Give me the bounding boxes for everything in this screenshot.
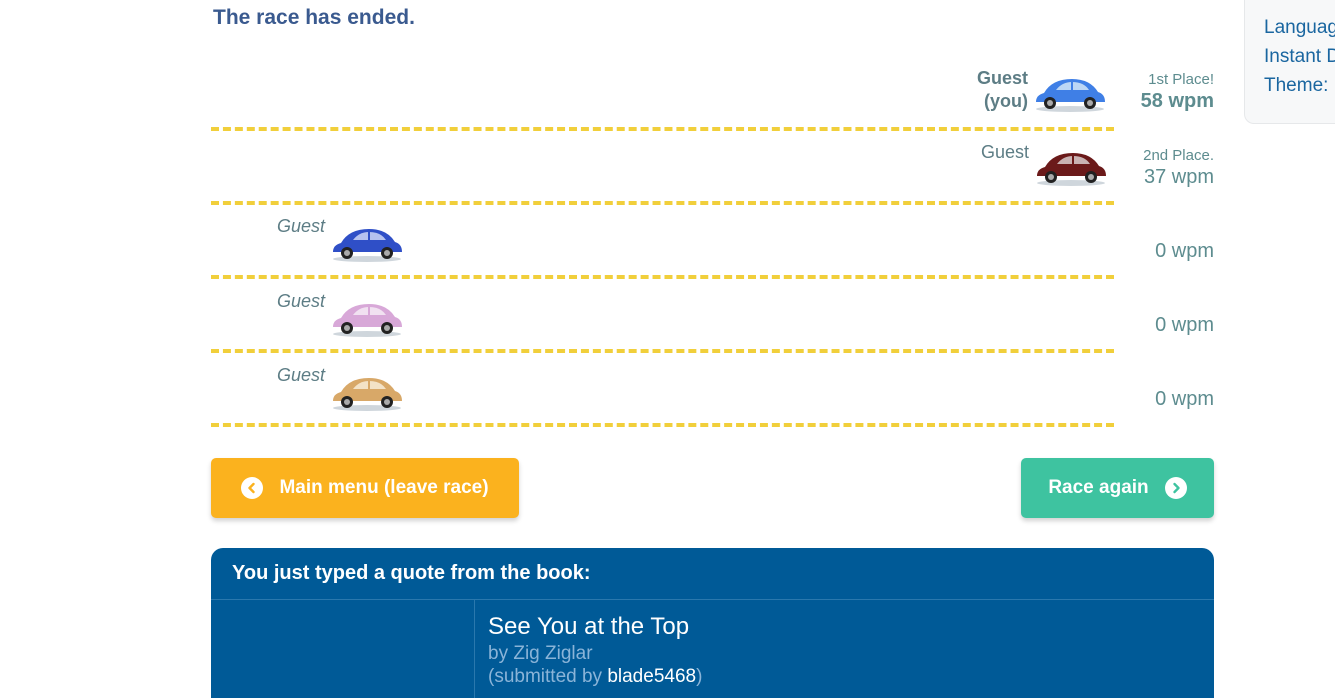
racer-1-name: Guest (you) xyxy=(977,68,1029,111)
chevron-left-icon xyxy=(241,477,264,499)
submitter-link[interactable]: blade5468 xyxy=(607,666,696,687)
racer-2-name: Guest xyxy=(981,142,1030,162)
lane-divider xyxy=(211,275,1114,279)
main-menu-button[interactable]: Main menu (leave race) xyxy=(211,458,519,518)
settings-panel: Languag Instant D Theme: xyxy=(1244,0,1335,124)
race-again-button[interactable]: Race again xyxy=(1021,458,1214,518)
lane-divider xyxy=(211,127,1114,131)
racer-1-result: 1st Place! 58 wpm xyxy=(1140,71,1214,112)
car-icon xyxy=(333,229,403,262)
race-status-heading: The race has ended. xyxy=(213,6,415,29)
theme-setting-link[interactable]: Theme: xyxy=(1264,75,1328,97)
racer-3-result: 0 wpm xyxy=(1155,240,1214,262)
racer-3: Guest xyxy=(277,215,405,263)
lane-divider xyxy=(211,349,1114,353)
chevron-right-icon xyxy=(1164,477,1187,499)
racer-3-name: Guest xyxy=(277,216,326,236)
language-setting-link[interactable]: Languag xyxy=(1264,17,1335,39)
racer-4: Guest xyxy=(277,290,405,338)
racer-5-name: Guest xyxy=(277,365,326,385)
quote-panel: You just typed a quote from the book: Se… xyxy=(211,548,1214,698)
racer-4-result: 0 wpm xyxy=(1155,314,1214,336)
racer-4-name: Guest xyxy=(277,291,326,311)
lane-divider xyxy=(211,423,1114,427)
car-icon xyxy=(1036,79,1106,112)
racer-5: Guest xyxy=(277,364,405,412)
racer-1: Guest (you) xyxy=(977,67,1108,113)
racer-2: Guest xyxy=(981,141,1109,187)
racer-5-result: 0 wpm xyxy=(1155,388,1214,410)
car-icon xyxy=(1037,153,1107,186)
book-cover-area xyxy=(211,600,475,698)
quote-header: You just typed a quote from the book: xyxy=(211,548,1214,600)
instant-death-setting-link[interactable]: Instant D xyxy=(1264,46,1335,68)
car-icon xyxy=(333,378,403,411)
book-info: See You at the Top by Zig Ziglar (submit… xyxy=(488,612,702,688)
car-icon xyxy=(333,304,403,337)
book-title: See You at the Top xyxy=(488,613,690,640)
book-author: by Zig Ziglar xyxy=(488,643,593,664)
racer-2-result: 2nd Place. 37 wpm xyxy=(1143,147,1214,188)
race-again-label: Race again xyxy=(1048,477,1149,498)
lane-divider xyxy=(211,201,1114,205)
main-menu-label: Main menu (leave race) xyxy=(279,477,489,498)
